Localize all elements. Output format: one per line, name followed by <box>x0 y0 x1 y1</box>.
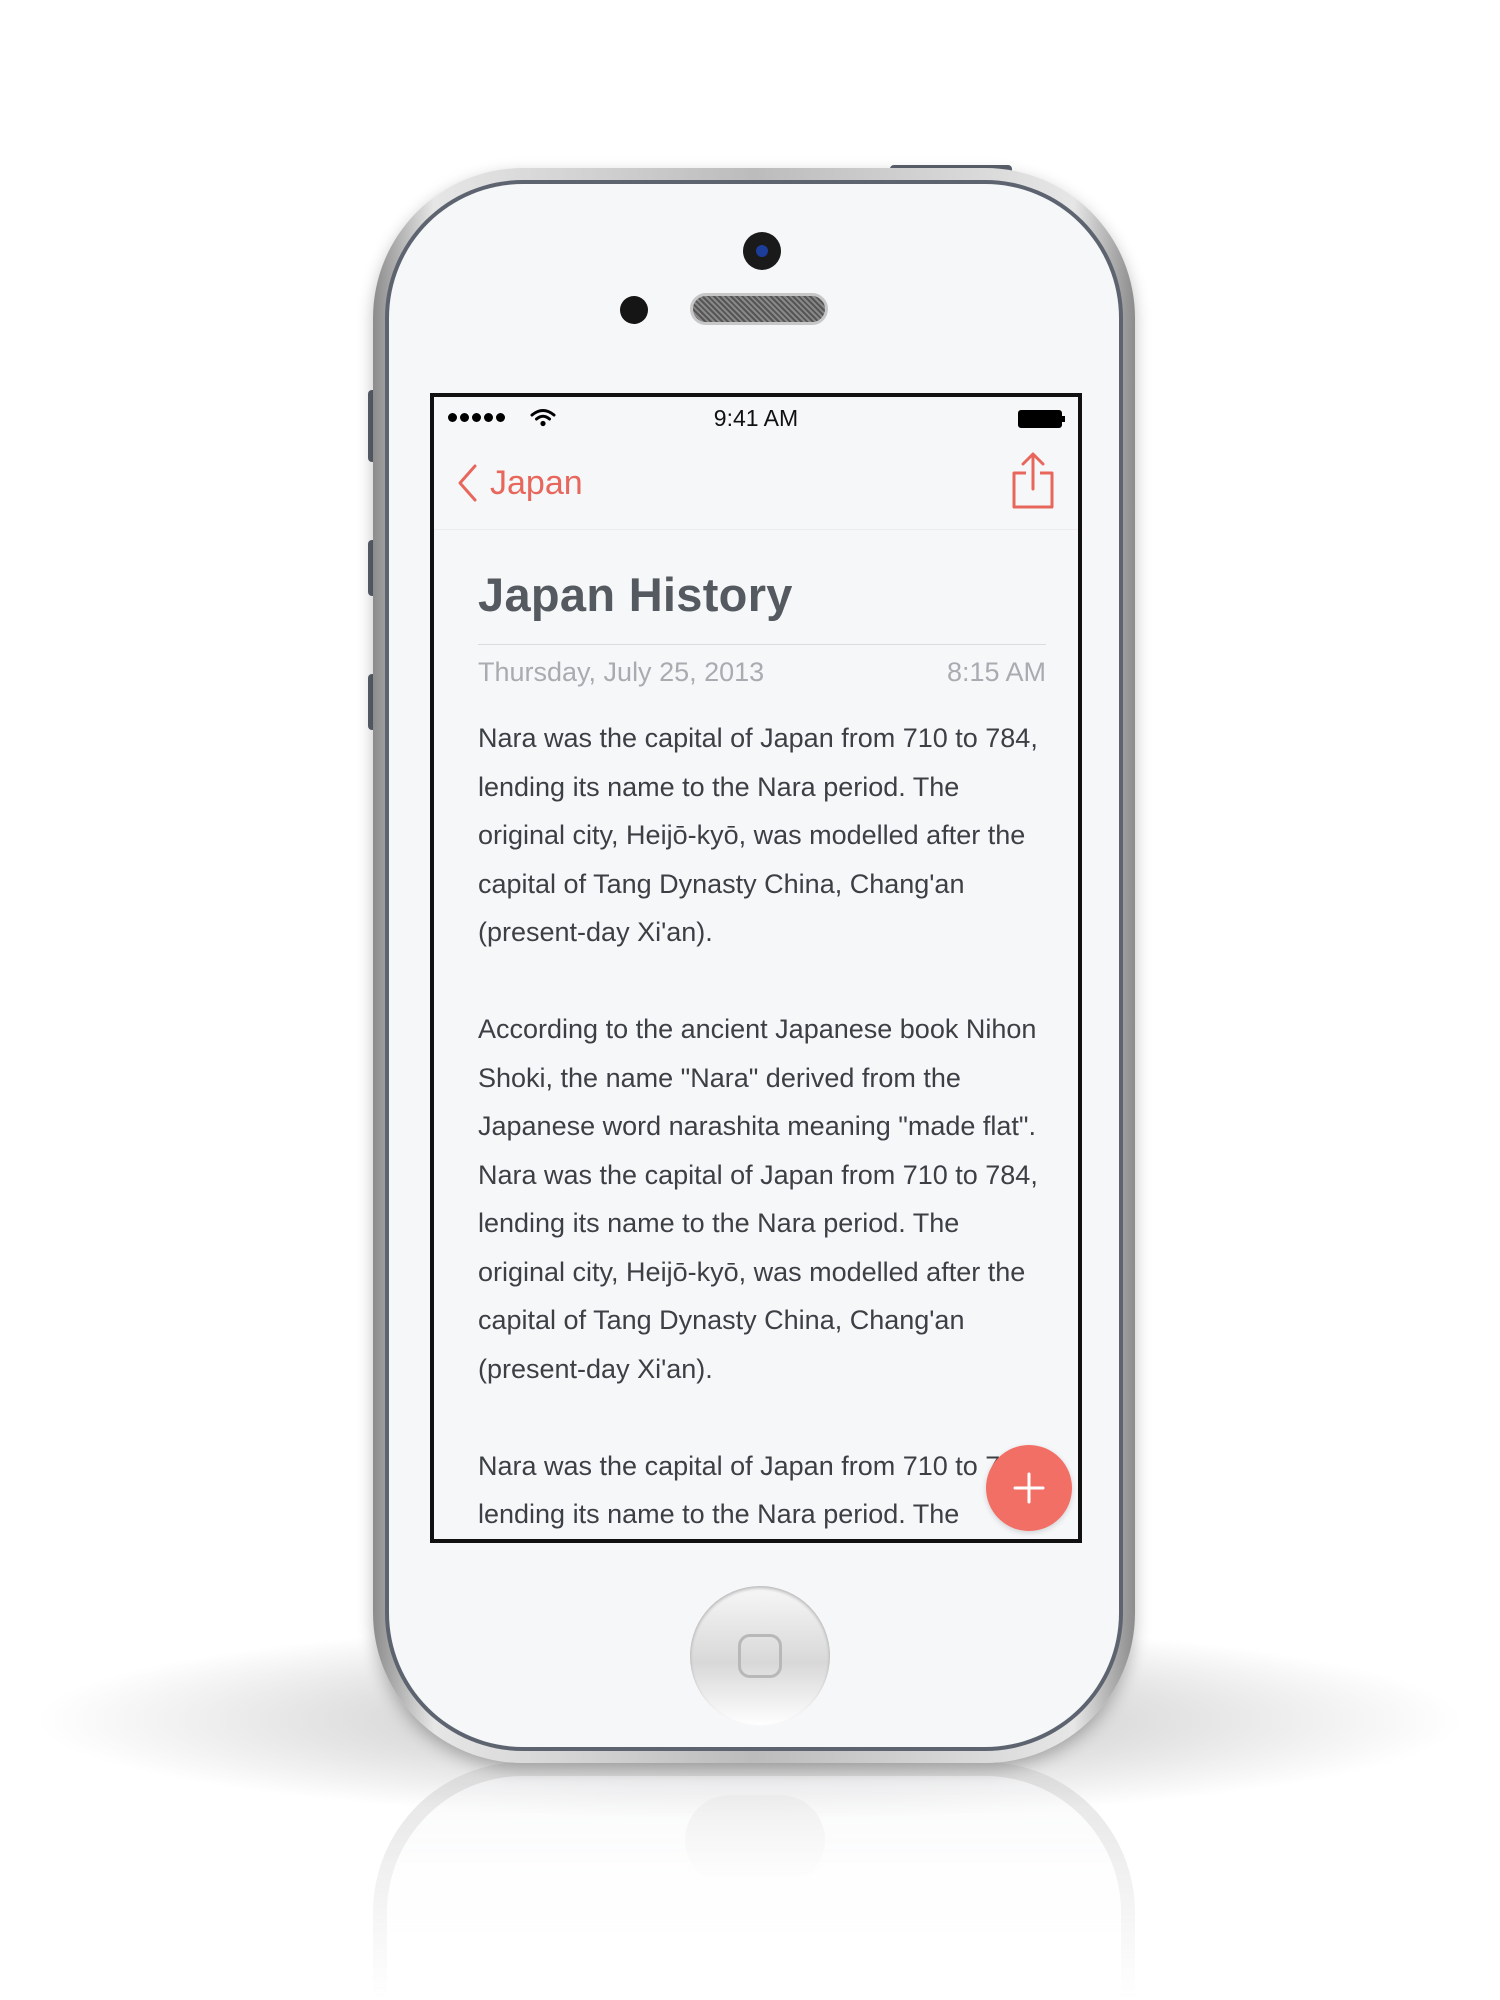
front-camera <box>743 232 781 270</box>
title-divider <box>478 644 1046 645</box>
status-bar: 9:41 AM <box>434 397 1078 437</box>
proximity-sensor <box>620 296 648 324</box>
note-date: Thursday, July 25, 2013 <box>478 657 765 687</box>
note-time: 8:15 AM <box>946 657 1046 687</box>
chevron-left-icon <box>458 464 477 502</box>
mockup-stage: 9:41 AM Japan Japan History Thursday, Ju… <box>0 0 1500 2000</box>
note-paragraph: According to the ancient Japanese book N… <box>478 1014 1038 1384</box>
note-paragraph: Nara was the capital of Japan from 710 t… <box>478 1450 1038 1530</box>
home-square-icon <box>738 1634 782 1678</box>
note-body[interactable]: Nara was the capital of Japan from 710 t… <box>478 714 1046 1539</box>
back-button[interactable]: Japan <box>456 459 583 507</box>
status-time: 9:41 AM <box>713 405 799 431</box>
note-meta: Thursday, July 25, 2013 8:15 AM <box>478 657 1046 688</box>
plus-icon <box>1013 1472 1045 1504</box>
back-button-label: Japan <box>490 463 583 502</box>
phone-screen: 9:41 AM Japan Japan History Thursday, Ju… <box>430 393 1082 1543</box>
earpiece-speaker <box>690 293 828 325</box>
home-button-reflection <box>685 1795 825 1885</box>
share-icon[interactable] <box>1010 451 1056 511</box>
note-content: Japan History Thursday, July 25, 2013 8:… <box>478 529 1046 1539</box>
battery-icon <box>1018 410 1065 428</box>
add-note-button[interactable] <box>986 1445 1072 1531</box>
home-button[interactable] <box>690 1586 830 1726</box>
navigation-bar: Japan <box>434 437 1078 530</box>
note-title: Japan History <box>478 568 793 621</box>
note-paragraph: Nara was the capital of Japan from 710 t… <box>478 723 1038 947</box>
